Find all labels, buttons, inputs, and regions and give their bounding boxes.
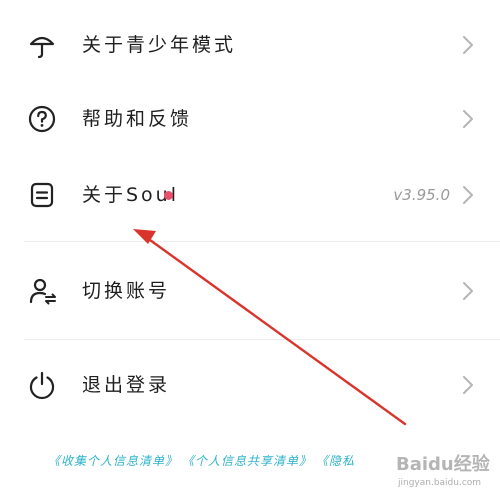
footer-links: 《收集个人信息清单》 《个人信息共享清单》 《隐私: [48, 452, 365, 469]
update-badge: [164, 191, 173, 200]
help-feedback-item[interactable]: 帮助和反馈: [0, 89, 500, 149]
document-icon: [30, 182, 54, 208]
chevron-right-icon: [463, 282, 473, 300]
chevron-right-icon: [463, 36, 473, 54]
section-divider: [24, 339, 500, 340]
watermark-subtext: jingyan.baidu.com: [398, 478, 482, 488]
teen-mode-label: 关于青少年模式: [82, 34, 237, 56]
logout-label: 退出登录: [82, 374, 171, 396]
help-feedback-label: 帮助和反馈: [82, 108, 193, 130]
help-circle-icon: [28, 105, 56, 133]
teen-mode-item[interactable]: 关于青少年模式: [0, 15, 500, 75]
chevron-right-icon: [463, 376, 473, 394]
collect-info-list-link[interactable]: 《收集个人信息清单》: [48, 454, 178, 468]
settings-list: 关于青少年模式 帮助和反馈 关于Soul v3.95.0 切换账号 退出登录: [0, 0, 500, 498]
power-icon: [29, 371, 55, 400]
chevron-right-icon: [463, 110, 473, 128]
chevron-right-icon: [463, 186, 473, 204]
baidu-watermark: Baidu经验 jingyan.baidu.com: [376, 442, 496, 494]
share-info-list-link[interactable]: 《个人信息共享清单》: [188, 454, 312, 468]
version-text: v3.95.0: [393, 186, 450, 204]
about-soul-item[interactable]: 关于Soul v3.95.0: [0, 165, 500, 225]
privacy-link[interactable]: 《隐私: [322, 454, 355, 468]
section-divider: [24, 241, 500, 242]
watermark-text: Baidu经验: [396, 454, 490, 475]
umbrella-icon: [29, 36, 55, 59]
switch-account-label: 切换账号: [82, 280, 171, 302]
switch-account-item[interactable]: 切换账号: [0, 261, 500, 321]
logout-item[interactable]: 退出登录: [0, 355, 500, 415]
switch-account-icon: [29, 278, 56, 305]
